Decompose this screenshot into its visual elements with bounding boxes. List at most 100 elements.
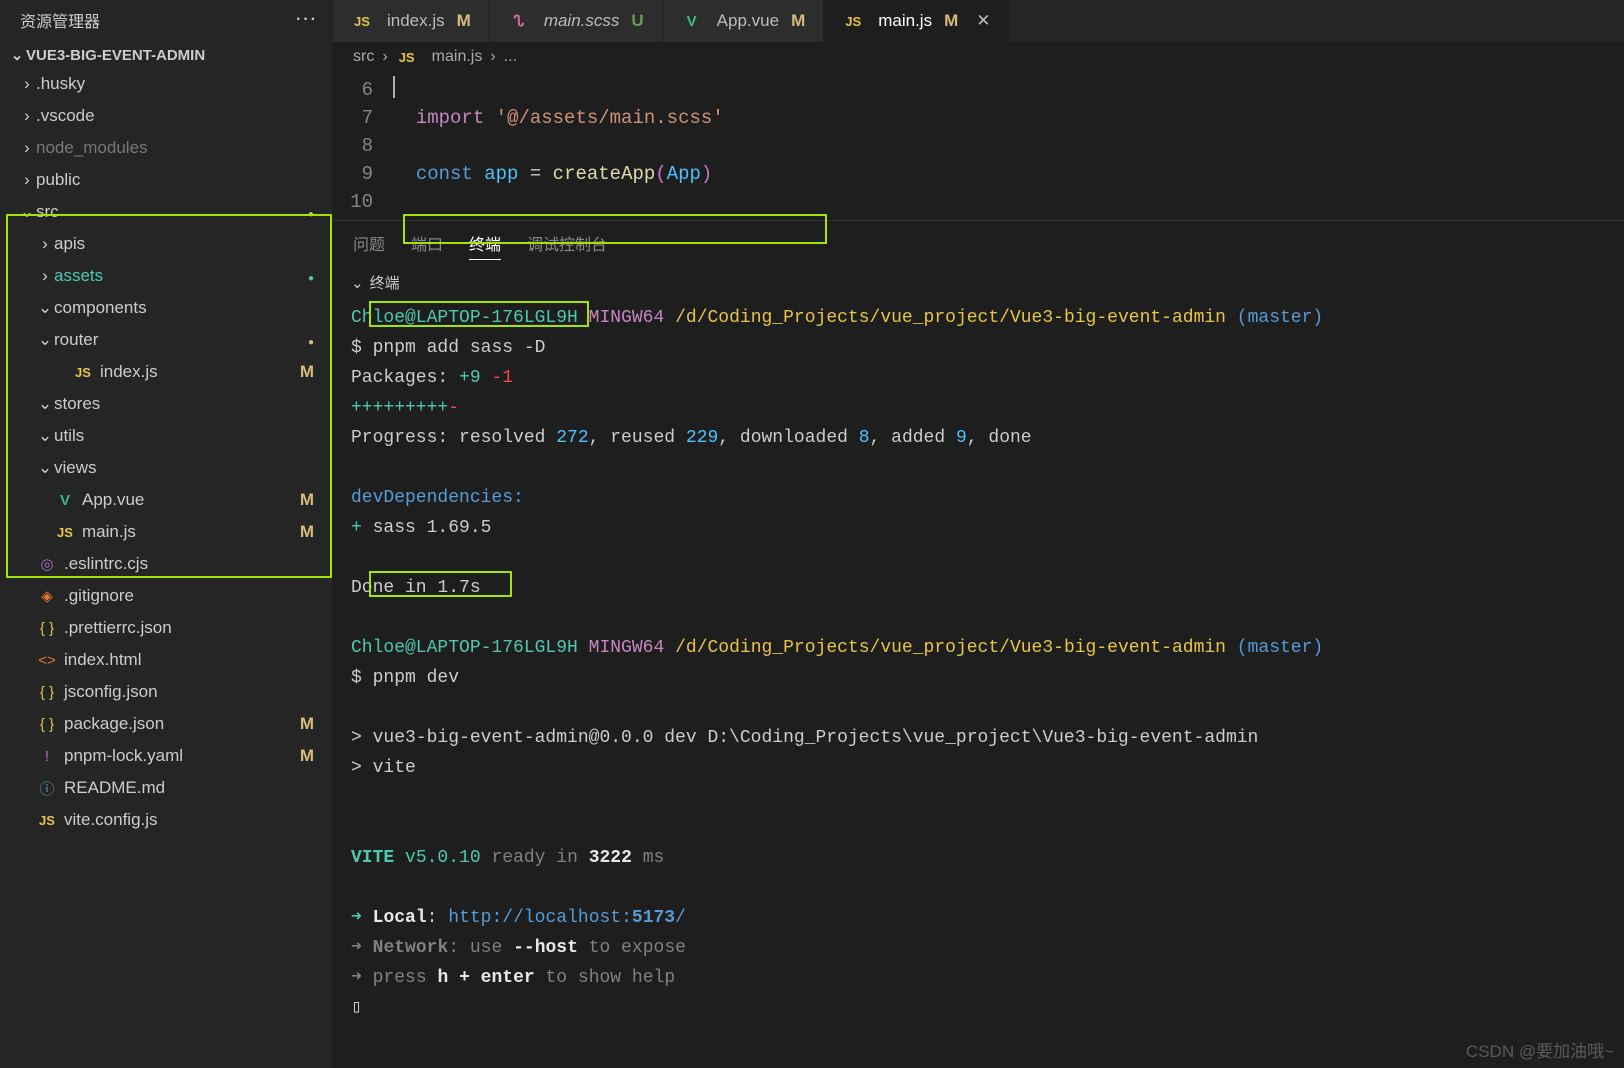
file-icon: <> — [36, 652, 58, 669]
editor-tab[interactable]: JS main.js M ✕ — [824, 0, 1009, 42]
status-badge: M — [944, 11, 958, 31]
tree-item-label: jsconfig.json — [64, 682, 158, 702]
tree-item[interactable]: JS index.js M — [0, 356, 332, 388]
tree-item[interactable]: ⌄router — [0, 324, 332, 356]
term-output: > vue3-big-event-admin@0.0.0 dev D:\Codi… — [351, 723, 1606, 753]
chevron-down-icon: ⌄ — [351, 274, 364, 292]
file-icon: JS — [842, 14, 864, 29]
tree-item-label: views — [54, 458, 97, 478]
tree-item[interactable]: ◎.eslintrc.cjs — [0, 548, 332, 580]
tree-item[interactable]: ⌄src — [0, 196, 332, 228]
tab-label: index.js — [387, 11, 445, 31]
file-icon: V — [54, 492, 76, 509]
tree-item-label: public — [36, 170, 80, 190]
file-icon: ◎ — [36, 555, 58, 573]
code-editor[interactable]: 6 7 import '@/assets/main.scss' 8 9 cons… — [333, 72, 1624, 220]
status-badge: M — [300, 490, 322, 510]
tab-debug[interactable]: 调试控制台 — [527, 231, 607, 260]
tree-item[interactable]: ›node_modules — [0, 132, 332, 164]
editor-tabs: JSindex.jsMᔐmain.scssUVApp.vueMJSmain.js… — [333, 0, 1624, 42]
tree-item[interactable]: ›.husky — [0, 68, 332, 100]
argument: App — [667, 163, 701, 185]
tree-item[interactable]: { }.prettierrc.json — [0, 612, 332, 644]
status-badge: M — [300, 746, 322, 766]
tree-item[interactable]: JSvite.config.js — [0, 804, 332, 836]
tree-item-label: router — [54, 330, 98, 350]
breadcrumb-rest: ... — [504, 48, 517, 66]
tree-item-label: apis — [54, 234, 85, 254]
status-badge — [308, 202, 322, 222]
file-icon: { } — [36, 684, 58, 701]
tree-item[interactable]: !pnpm-lock.yamlM — [0, 740, 332, 772]
panel-area: 问题 端口 终端 调试控制台 ⌄ 终端 Chloe@LAPTOP-176LGL9… — [333, 220, 1624, 1068]
tab-label: main.scss — [544, 11, 620, 31]
chevron-icon: ⌄ — [36, 298, 54, 318]
tree-item-label: index.js — [100, 362, 158, 382]
chevron-icon: ⌄ — [18, 202, 36, 222]
file-icon: JS — [351, 14, 373, 29]
tree-item-label: assets — [54, 266, 103, 286]
more-icon[interactable]: ··· — [296, 11, 318, 29]
tree-item-label: App.vue — [82, 490, 144, 510]
tree-item[interactable]: V App.vue M — [0, 484, 332, 516]
chevron-icon: ⌄ — [36, 458, 54, 478]
tab-terminal[interactable]: 终端 — [469, 231, 501, 260]
editor-tab[interactable]: JS index.js M — [333, 0, 490, 42]
tree-item[interactable]: ⌄stores — [0, 388, 332, 420]
tree-item[interactable]: ›assets — [0, 260, 332, 292]
tree-item[interactable]: ›.vscode — [0, 100, 332, 132]
term-path: /d/Coding_Projects/vue_project/Vue3-big-… — [675, 308, 1226, 328]
editor-tab[interactable]: VApp.vueM — [663, 0, 825, 42]
tree-item[interactable]: <> index.html — [0, 644, 332, 676]
tree-item[interactable]: ›public — [0, 164, 332, 196]
tree-item[interactable]: ◈.gitignore — [0, 580, 332, 612]
editor-tab[interactable]: ᔐmain.scssU — [490, 0, 663, 42]
file-icon: V — [681, 13, 703, 30]
tab-problems[interactable]: 问题 — [353, 231, 385, 260]
keyword: const — [416, 163, 473, 185]
chevron-icon: › — [18, 74, 36, 94]
variable: app — [484, 163, 518, 185]
tree-item[interactable]: ⌄utils — [0, 420, 332, 452]
line-number: 8 — [333, 132, 393, 160]
status-badge: M — [300, 362, 322, 382]
tab-ports[interactable]: 端口 — [411, 231, 443, 260]
status-badge: M — [457, 11, 471, 31]
breadcrumb[interactable]: src › JS main.js › ... — [333, 42, 1624, 72]
watermark: CSDN @要加油哦~ — [1466, 1037, 1614, 1062]
js-icon: JS — [396, 50, 418, 65]
tree-item[interactable]: ›apis — [0, 228, 332, 260]
tree-item[interactable]: JSmain.jsM — [0, 516, 332, 548]
explorer-title: 资源管理器 — [20, 8, 100, 32]
file-icon: JS — [72, 365, 94, 380]
tree-item[interactable]: ⌄views — [0, 452, 332, 484]
tree-item[interactable]: ⓘREADME.md — [0, 772, 332, 804]
tree-item-label: index.html — [64, 650, 141, 670]
arrow-icon: ➜ — [351, 938, 373, 958]
string: '@/assets/main.scss' — [496, 107, 724, 129]
function: createApp — [553, 163, 656, 185]
tree-item[interactable]: { } jsconfig.json — [0, 676, 332, 708]
tree-item[interactable]: ⌄components — [0, 292, 332, 324]
tree-item[interactable]: { }package.jsonM — [0, 708, 332, 740]
arrow-icon: ➜ — [351, 968, 373, 988]
terminal-header[interactable]: ⌄ 终端 — [333, 266, 1624, 299]
file-icon: JS — [54, 525, 76, 540]
file-icon: ᔐ — [508, 12, 530, 30]
tree-item-label: vite.config.js — [64, 810, 158, 830]
close-icon[interactable]: ✕ — [976, 11, 990, 31]
project-header[interactable]: ⌄ VUE3-BIG-EVENT-ADMIN — [0, 42, 332, 68]
breadcrumb-file: main.js — [432, 48, 483, 66]
tree-item-label: README.md — [64, 778, 165, 798]
panel-tabs: 问题 端口 终端 调试控制台 — [333, 221, 1624, 266]
chevron-icon: › — [18, 106, 36, 126]
chevron-right-icon: › — [490, 48, 495, 66]
tree-item-label: pnpm-lock.yaml — [64, 746, 183, 766]
term-user: Chloe@LAPTOP-176LGL9H — [351, 308, 578, 328]
breadcrumb-segment: src — [353, 48, 374, 66]
tab-label: main.js — [878, 11, 932, 31]
keyword: import — [416, 107, 484, 129]
terminal-body[interactable]: Chloe@LAPTOP-176LGL9H MINGW64 /d/Coding_… — [333, 299, 1624, 1033]
term-sys: MINGW64 — [589, 308, 665, 328]
file-icon: { } — [36, 716, 58, 733]
